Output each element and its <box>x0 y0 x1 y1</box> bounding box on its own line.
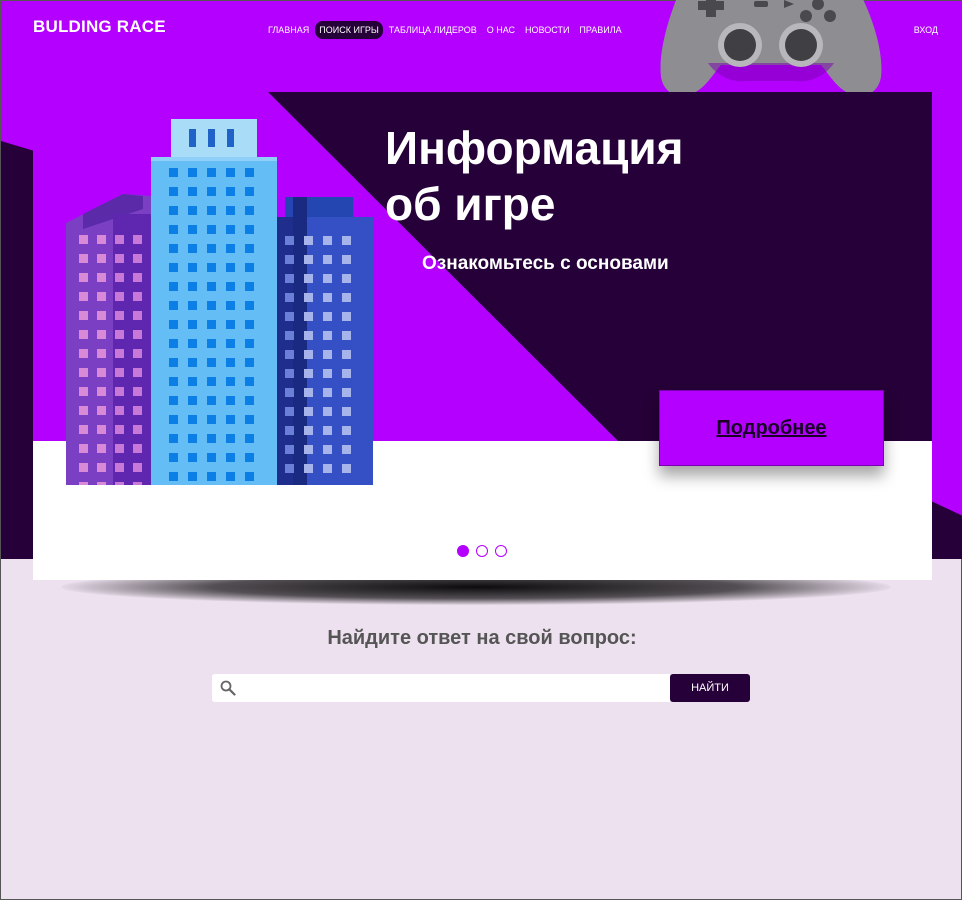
slider-dot-3[interactable] <box>495 545 507 557</box>
slide-title: Информация об игре <box>385 122 684 230</box>
slide-subtitle: Ознакомьтесь с основами <box>422 253 669 274</box>
nav-item-rules[interactable]: ПРАВИЛА <box>575 21 625 39</box>
site-logo[interactable]: BULDING RACE <box>33 17 166 37</box>
nav-item-leaderboard[interactable]: ТАБЛИЦА ЛИДЕРОВ <box>385 21 481 39</box>
nav-item-home[interactable]: ГЛАВНАЯ <box>264 21 313 39</box>
login-link[interactable]: ВХОД <box>914 25 938 35</box>
search-box <box>212 674 670 702</box>
building-illustration <box>66 119 373 485</box>
main-nav: ГЛАВНАЯ ПОИСК ИГРЫ ТАБЛИЦА ЛИДЕРОВ О НАС… <box>264 21 626 39</box>
site-header: BULDING RACE ГЛАВНАЯ ПОИСК ИГРЫ ТАБЛИЦА … <box>1 0 962 96</box>
search-input[interactable] <box>244 674 664 702</box>
slider-dot-1[interactable] <box>457 545 469 557</box>
faq-title: Найдите ответ на свой вопрос: <box>327 627 637 649</box>
nav-item-game-search[interactable]: ПОИСК ИГРЫ <box>315 21 383 39</box>
search-icon <box>220 680 236 696</box>
nav-item-news[interactable]: НОВОСТИ <box>521 21 573 39</box>
more-button[interactable]: Подробнее <box>659 390 884 466</box>
nav-item-about[interactable]: О НАС <box>483 21 519 39</box>
search-button[interactable]: НАЙТИ <box>670 674 750 702</box>
hero-slider: Информация об игре Ознакомьтесь с основа… <box>33 92 932 580</box>
gamepad-icon <box>660 0 882 96</box>
slider-dot-2[interactable] <box>476 545 488 557</box>
slider-dots <box>457 545 507 557</box>
